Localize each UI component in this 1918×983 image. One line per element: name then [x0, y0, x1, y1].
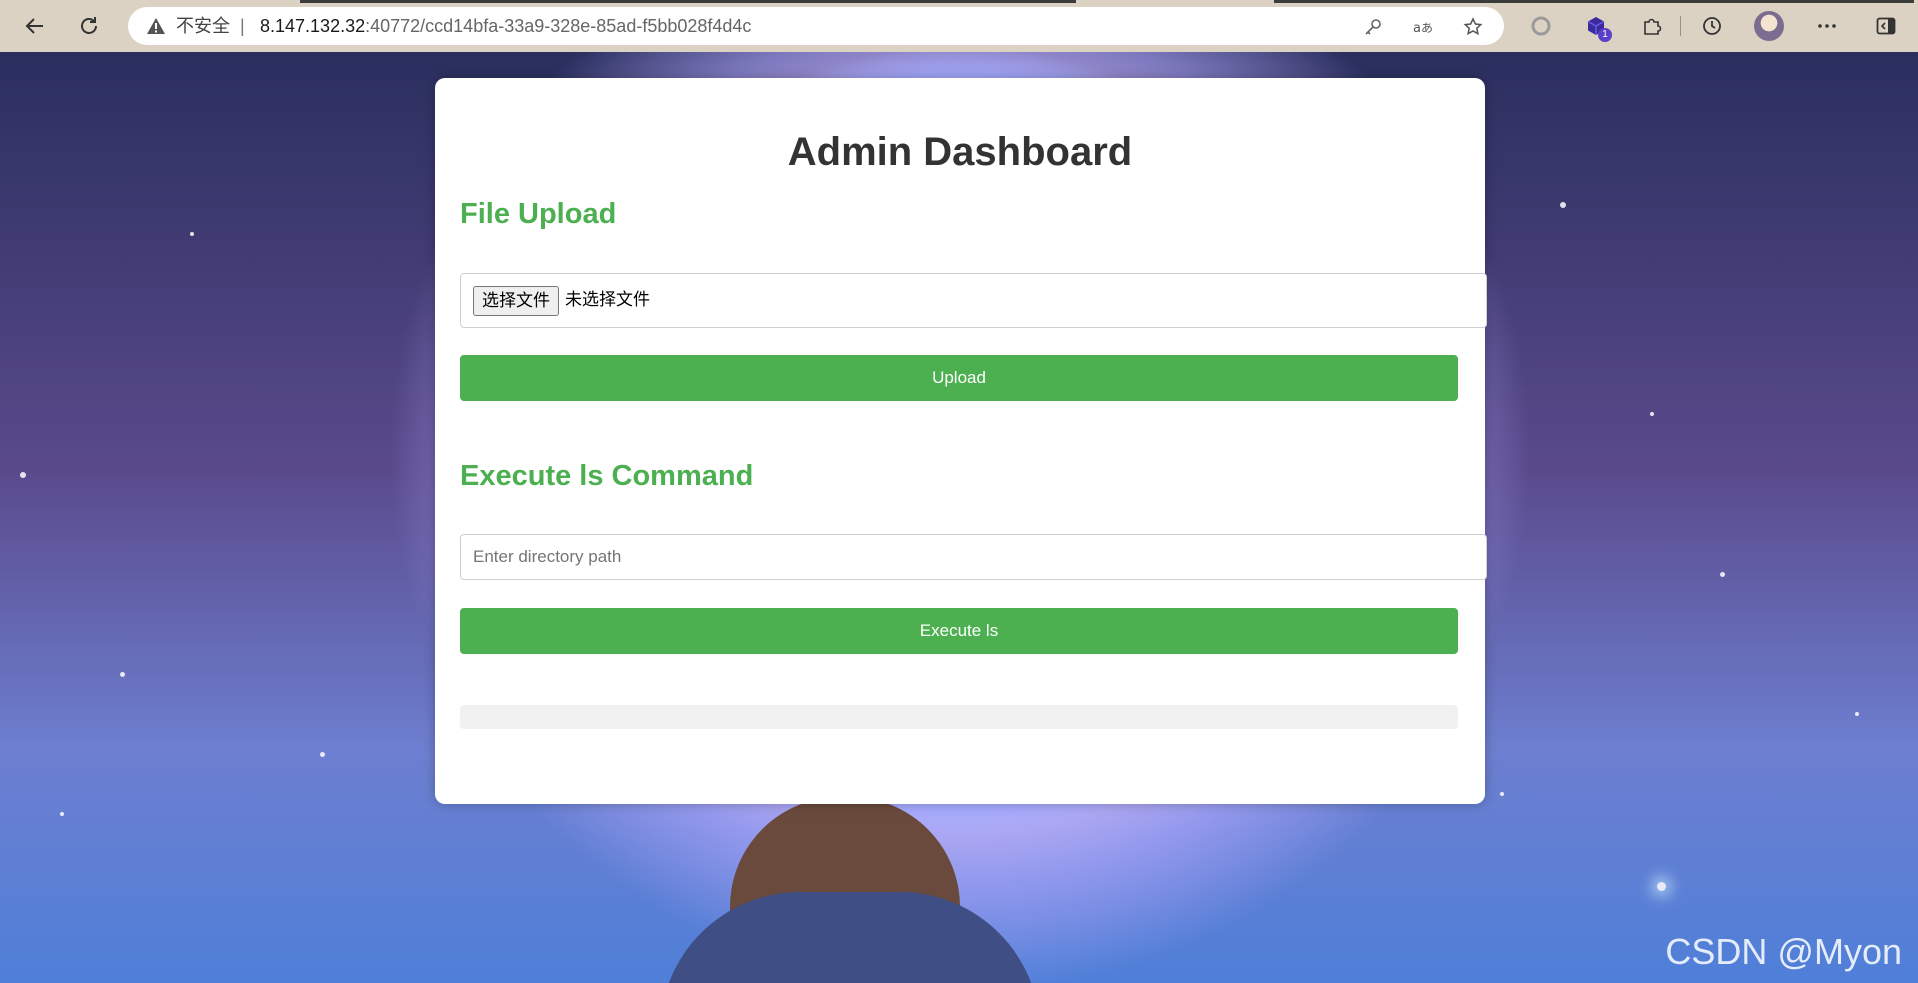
reload-button[interactable]: [74, 11, 104, 41]
star: [1560, 202, 1566, 208]
more-menu-button[interactable]: [1813, 12, 1841, 40]
star: [1855, 712, 1859, 716]
history-button[interactable]: [1698, 12, 1726, 40]
star: [1500, 792, 1504, 796]
directory-path-input[interactable]: [460, 534, 1487, 580]
circle-extension-icon: [1531, 16, 1551, 36]
puzzle-icon: [1644, 18, 1662, 35]
command-output: [460, 705, 1458, 729]
svg-text:あ: あ: [1421, 21, 1433, 35]
star: [190, 232, 194, 236]
star: [320, 752, 325, 757]
file-upload-heading: File Upload: [460, 198, 617, 230]
star: [1657, 882, 1666, 891]
address-bar[interactable]: 不安全 | 8.147.132.32:40772/ccd14bfa-33a9-3…: [128, 7, 1504, 45]
star: [1650, 412, 1654, 416]
star: [120, 672, 125, 677]
url-separator: |: [240, 16, 245, 36]
extensions-button[interactable]: [1638, 12, 1666, 40]
cube-extension-button[interactable]: 1: [1582, 12, 1612, 42]
file-status-text: 未选择文件: [565, 290, 650, 310]
star-icon: [1463, 17, 1483, 36]
tab-strip-edge: [300, 0, 1076, 3]
back-arrow-icon: [25, 18, 43, 34]
favorite-button[interactable]: [1462, 16, 1484, 38]
back-button[interactable]: [20, 11, 50, 41]
star: [1720, 572, 1725, 577]
svg-text:a: a: [1413, 21, 1421, 36]
sidebar-icon: [1876, 17, 1896, 35]
url-path: :40772/ccd14bfa-33a9-328e-85ad-f5bb028f4…: [365, 16, 752, 36]
history-icon: [1703, 17, 1721, 35]
sidebar-toggle-button[interactable]: [1872, 12, 1900, 40]
translate-button[interactable]: aあ: [1412, 16, 1434, 38]
browser-toolbar: 不安全 | 8.147.132.32:40772/ccd14bfa-33a9-3…: [0, 0, 1918, 52]
url-text[interactable]: 8.147.132.32:40772/ccd14bfa-33a9-328e-85…: [260, 7, 751, 45]
profile-avatar[interactable]: [1754, 11, 1784, 41]
reload-icon: [81, 17, 97, 34]
execute-ls-heading: Execute ls Command: [460, 460, 754, 492]
password-key-button[interactable]: [1362, 16, 1384, 38]
translate-icon: aあ: [1413, 21, 1433, 36]
star: [20, 472, 26, 478]
circle-extension-button[interactable]: [1527, 12, 1555, 40]
tab-strip-edge: [1274, 0, 1914, 3]
toolbar-divider: [1680, 16, 1681, 36]
security-status[interactable]: 不安全: [176, 7, 230, 45]
watermark: CSDN @Myon: [1665, 931, 1902, 972]
more-icon: [1818, 24, 1836, 28]
star: [60, 812, 64, 816]
upload-button[interactable]: Upload: [460, 355, 1458, 401]
page-title: Admin Dashboard: [787, 130, 1133, 174]
choose-file-button[interactable]: 选择文件: [473, 286, 559, 316]
url-host: 8.147.132.32: [260, 16, 366, 36]
execute-ls-button[interactable]: Execute ls: [460, 608, 1458, 654]
admin-dashboard-card: Admin Dashboard File Upload 选择文件 未选择文件 U…: [435, 78, 1487, 804]
extension-badge: 1: [1598, 28, 1612, 42]
file-input[interactable]: 选择文件 未选择文件: [460, 273, 1487, 328]
key-icon: [1365, 19, 1381, 35]
character-body: [660, 892, 1040, 983]
warning-icon[interactable]: [146, 17, 166, 35]
